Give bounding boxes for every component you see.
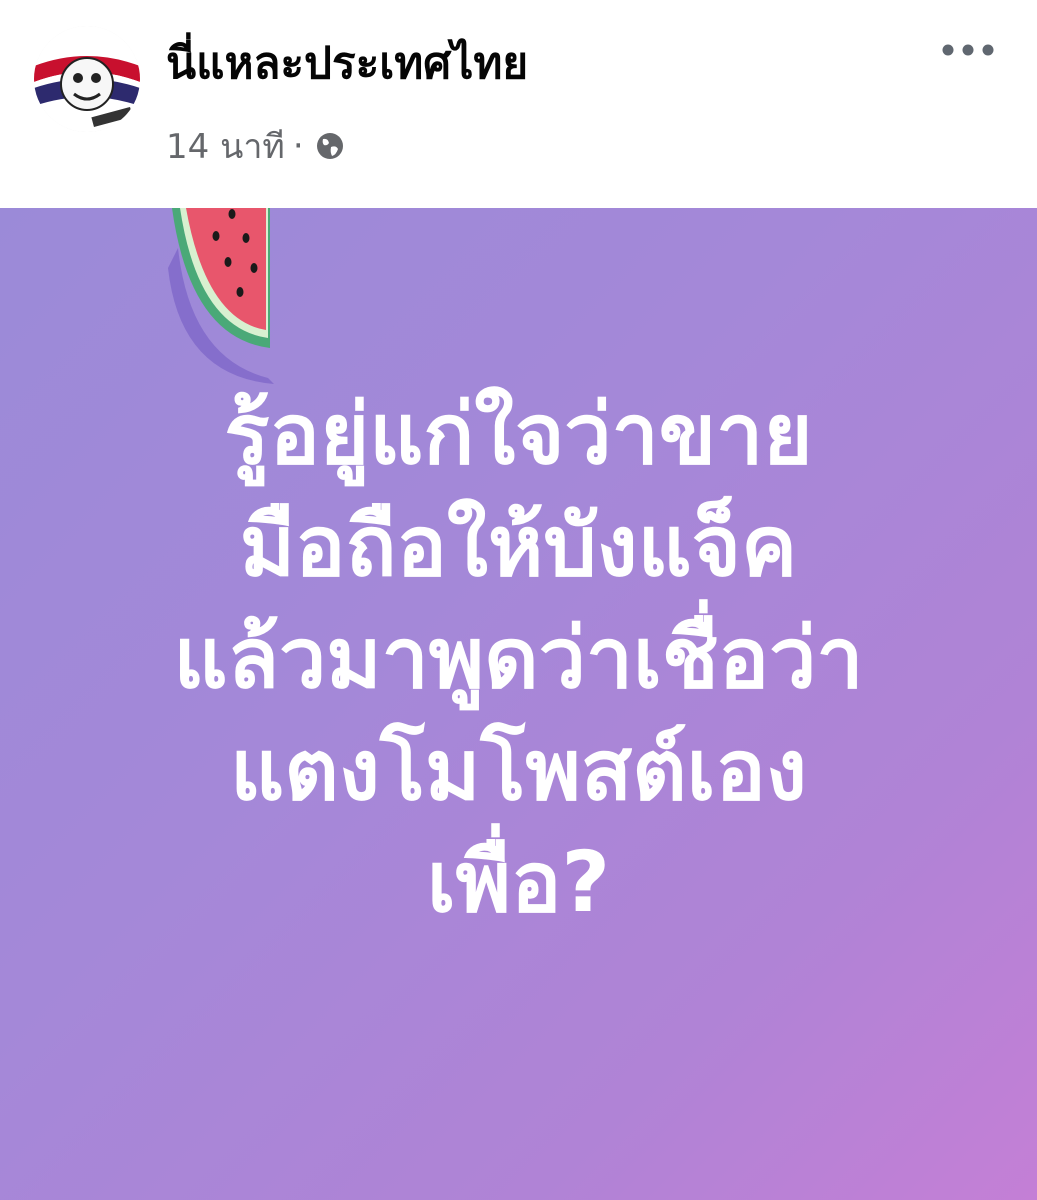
page-name[interactable]: นี่แหละประเทศไทย [166, 38, 528, 91]
post-background: รู้อยู่แก่ใจว่าขาย มือถือให้บังแจ็ค แล้ว… [0, 208, 1037, 1200]
meta-separator: · [292, 126, 304, 166]
post-text-line: แตงโมโพสต์เอง [230, 721, 807, 819]
page-avatar-icon[interactable] [34, 26, 140, 132]
more-horizontal-icon [942, 44, 994, 56]
post-header: นี่แหละประเทศไทย 14 นาที · [0, 0, 1037, 208]
post-text-line: มือถือให้บังแจ็ค [239, 497, 798, 595]
post-meta: 14 นาที · [166, 124, 346, 168]
post-text: รู้อยู่แก่ใจว่าขาย มือถือให้บังแจ็ค แล้ว… [0, 378, 1037, 938]
post-text-line: แล้วมาพูดว่าเชื่อว่า [173, 609, 864, 707]
post-timestamp[interactable]: 14 นาที [166, 119, 285, 173]
globe-icon [314, 130, 346, 162]
facebook-post: นี่แหละประเทศไทย 14 นาที · รู้อยู่แก่ใจว… [0, 0, 1037, 1200]
more-options-button[interactable] [936, 30, 1000, 70]
post-text-line: รู้อยู่แก่ใจว่าขาย [224, 385, 813, 483]
watermelon-slice-icon [150, 208, 280, 388]
post-text-line: เพื่อ? [426, 833, 611, 931]
